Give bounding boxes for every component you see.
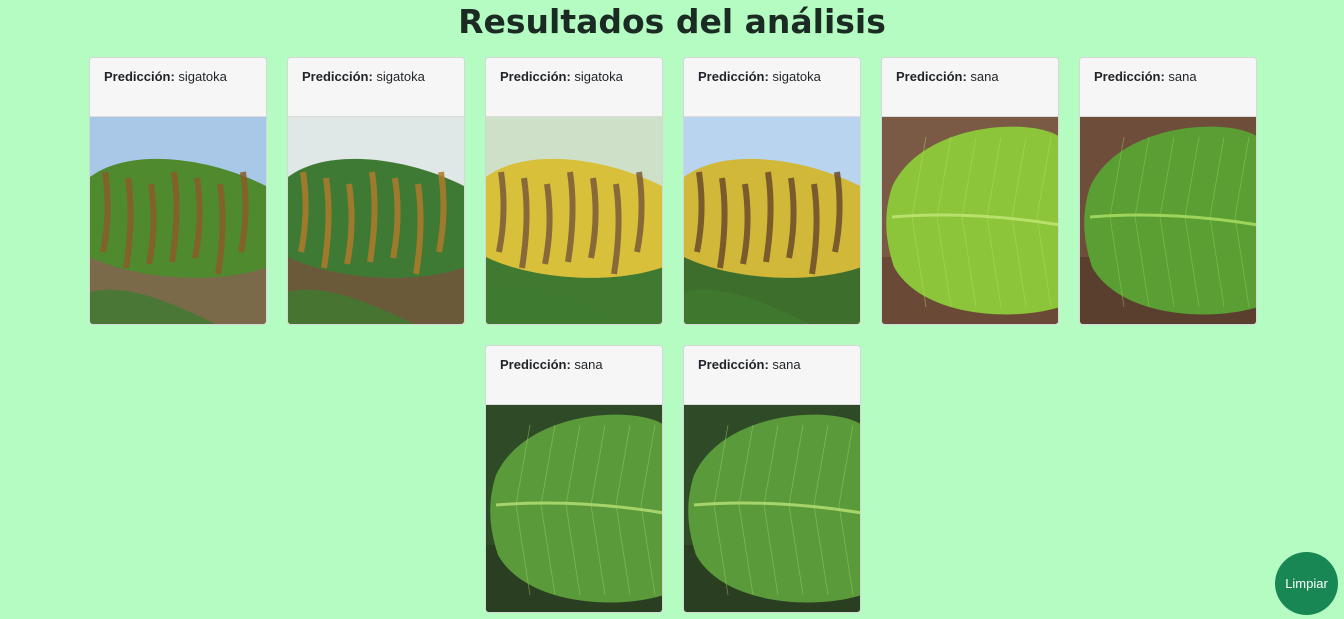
clear-button[interactable]: Limpiar [1275, 552, 1338, 615]
prediction-label: Predicción: [896, 69, 967, 84]
leaf-image [90, 117, 266, 324]
result-card: Predicción: sigatoka [485, 57, 663, 325]
result-card: Predicción: sana [1079, 57, 1257, 325]
card-header: Predicción: sigatoka [684, 58, 860, 117]
result-card: Predicción: sana [485, 345, 663, 613]
prediction-label: Predicción: [500, 69, 571, 84]
card-header: Predicción: sigatoka [288, 58, 464, 117]
leaf-image [486, 117, 662, 324]
prediction-value: sana [772, 357, 801, 372]
prediction-label: Predicción: [104, 69, 175, 84]
card-header: Predicción: sana [684, 346, 860, 405]
prediction-value: sigatoka [178, 69, 227, 84]
prediction-label: Predicción: [302, 69, 373, 84]
results-page: Resultados del análisis Predicción: siga… [0, 0, 1344, 619]
results-row: Predicción: sigatoka Predicción: sigatok… [88, 57, 1258, 325]
result-card: Predicción: sigatoka [683, 57, 861, 325]
prediction-value: sigatoka [574, 69, 623, 84]
card-header: Predicción: sigatoka [486, 58, 662, 117]
leaf-image [882, 117, 1058, 324]
leaf-image [486, 405, 662, 612]
card-header: Predicción: sana [882, 58, 1058, 117]
prediction-label: Predicción: [500, 357, 571, 372]
card-header: Predicción: sana [1080, 58, 1256, 117]
prediction-label: Predicción: [698, 357, 769, 372]
results-grid: Predicción: sigatoka Predicción: sigatok… [88, 57, 1258, 619]
prediction-value: sana [970, 69, 999, 84]
leaf-image [684, 117, 860, 324]
prediction-value: sigatoka [376, 69, 425, 84]
prediction-value: sana [574, 357, 603, 372]
prediction-label: Predicción: [1094, 69, 1165, 84]
result-card: Predicción: sigatoka [287, 57, 465, 325]
card-header: Predicción: sana [486, 346, 662, 405]
prediction-value: sana [1168, 69, 1197, 84]
results-row: Predicción: sana Predicción: sana [88, 345, 1258, 613]
page-title: Resultados del análisis [458, 2, 886, 41]
result-card: Predicción: sana [881, 57, 1059, 325]
prediction-value: sigatoka [772, 69, 821, 84]
result-card: Predicción: sana [683, 345, 861, 613]
result-card: Predicción: sigatoka [89, 57, 267, 325]
prediction-label: Predicción: [698, 69, 769, 84]
card-header: Predicción: sigatoka [90, 58, 266, 117]
leaf-image [288, 117, 464, 324]
leaf-image [684, 405, 860, 612]
leaf-image [1080, 117, 1256, 324]
